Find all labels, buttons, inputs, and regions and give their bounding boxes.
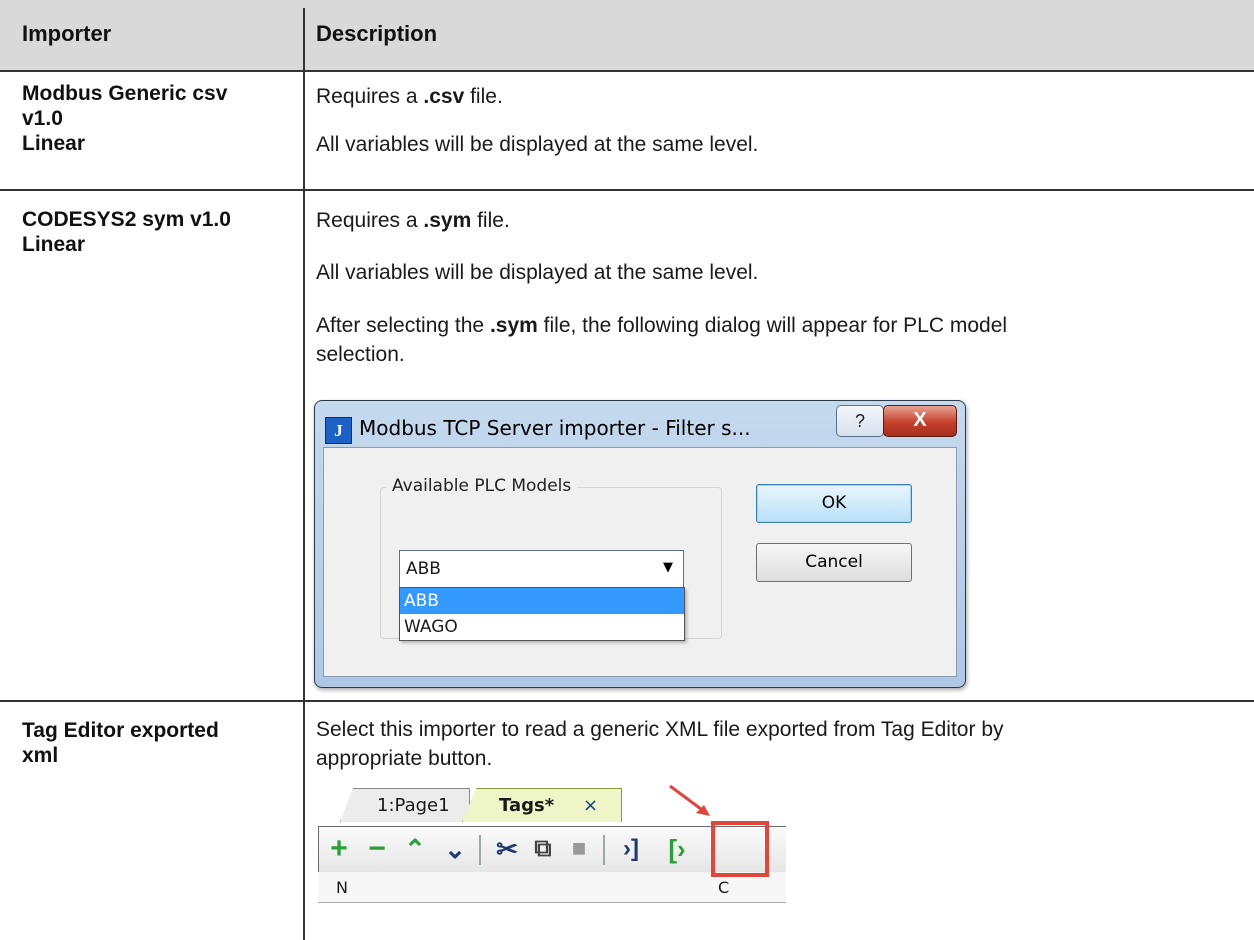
app-icon: J [325,417,352,444]
dialog-title: Modbus TCP Server importer - Filter s... [359,416,751,440]
description-text: Select this importer to read a generic X… [316,718,1004,770]
combo-value: ABB [406,559,441,579]
dropdown-option[interactable]: WAGO [400,614,684,640]
separator [603,835,605,865]
tag-editor-screenshot: 1:Page1 Tags* × + − ⌃ ⌄ ✂ ⧉ ■ ›] [› N C [312,774,786,940]
group-label: Available PLC Models [386,476,578,496]
help-button[interactable]: ? [836,405,884,437]
separator [479,835,481,865]
description-text: After selecting the .sym file, the follo… [316,314,1008,366]
cut-icon[interactable]: ✂ [491,830,523,868]
close-button[interactable]: X [883,405,957,437]
add-icon[interactable]: + [323,830,355,868]
copy-icon[interactable]: ⧉ [527,830,559,868]
ok-button[interactable]: OK [756,484,912,523]
importer-name: CODESYS2 sym v1.0 Linear [22,208,231,256]
description-text: Requires a .sym file. [316,209,510,232]
importer-name: Tag Editor exported xml [22,719,219,767]
row-divider [0,70,1254,72]
description-text: Requires a .csv file. [316,85,503,108]
column-divider [303,8,305,940]
export-icon[interactable]: [› [661,830,693,868]
importer-table: Importer Description Modbus Generic csv … [0,0,1254,940]
move-up-icon[interactable]: ⌃ [399,830,431,868]
importer-name: Modbus Generic csv v1.0 Linear [22,82,228,155]
grid-header-col: C [718,878,730,897]
description-text: All variables will be displayed at the s… [316,261,759,284]
header-importer: Importer [22,21,112,46]
row-divider [0,189,1254,191]
import-icon[interactable]: ›] [615,830,647,868]
dialog-body: Available PLC Models ABB ▼ ABB WAGO OK C… [323,447,957,677]
plc-model-dropdown: ABB WAGO [399,587,685,641]
paste-icon[interactable]: ■ [563,830,595,868]
move-down-icon[interactable]: ⌄ [439,830,471,868]
description-text: All variables will be displayed at the s… [316,133,759,156]
plc-model-dialog: J Modbus TCP Server importer - Filter s.… [314,400,966,688]
remove-icon[interactable]: − [361,830,393,868]
chevron-down-icon[interactable]: ▼ [663,560,673,575]
grid-header-name: N [336,878,348,897]
table-header: Importer Description [0,0,1254,70]
row-divider [0,700,1254,702]
cancel-button[interactable]: Cancel [756,543,912,582]
dropdown-option[interactable]: ABB [400,588,684,614]
pointer-arrow-icon [669,784,710,816]
plc-model-combobox[interactable]: ABB ▼ [399,550,684,588]
header-description: Description [316,21,438,46]
